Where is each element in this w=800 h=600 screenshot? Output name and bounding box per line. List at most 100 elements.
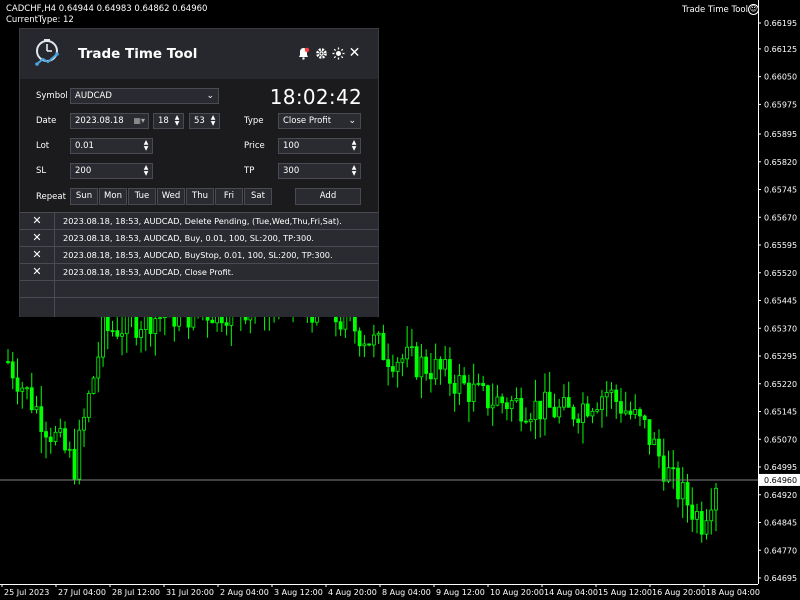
price-stepper[interactable]: 100 ▲ ▼ [278, 138, 361, 154]
task-row-empty [20, 298, 378, 315]
candle-body [604, 392, 609, 398]
candle-body [338, 321, 343, 330]
spin-arrows-icon[interactable]: ▲ ▼ [142, 140, 150, 152]
candle-body [86, 393, 91, 418]
candle-body [486, 385, 490, 409]
lot-value: 0.01 [75, 141, 94, 151]
candle-body [680, 482, 685, 500]
candle-body [63, 428, 67, 451]
candle-body [72, 448, 77, 480]
day-sat-button[interactable]: Sat [244, 188, 272, 205]
candle-body [467, 382, 471, 403]
symbol-select[interactable]: AUDCAD ⌄ [70, 88, 219, 104]
clock-display: 18:02:42 [269, 85, 362, 109]
y-tick-label: 0.65370 [764, 324, 797, 333]
candle-body [609, 389, 614, 393]
spin-arrows-icon[interactable]: ▲ ▼ [142, 165, 150, 177]
spin-arrows-icon[interactable]: ▲ ▼ [209, 115, 217, 127]
candle-body [58, 428, 63, 433]
candle-body [20, 387, 25, 392]
candle-body [53, 431, 58, 442]
task-row[interactable]: ✕ 2023.08.18, 18:53, AUDCAD, Delete Pend… [20, 213, 378, 230]
candle-body [614, 389, 619, 402]
y-tick-label: 0.65220 [764, 380, 797, 389]
y-tick-label: 0.66050 [764, 73, 797, 82]
candle-body [428, 373, 433, 380]
candle-body [619, 401, 623, 414]
x-tick-label: 4 Aug 20:00 [328, 588, 377, 597]
candle-body [414, 346, 419, 378]
type-label: Type [244, 116, 264, 126]
candle-body [495, 396, 500, 406]
candle-body [600, 396, 604, 410]
task-row[interactable]: ✕ 2023.08.18, 18:53, AUDCAD, BuyStop, 0.… [20, 247, 378, 264]
candle-body [386, 359, 391, 367]
candle-body [661, 455, 666, 482]
task-text: 2023.08.18, 18:53, AUDCAD, Delete Pendin… [63, 216, 342, 226]
candle-body [105, 316, 110, 332]
calendar-icon[interactable]: ▦▾ [133, 114, 145, 128]
bell-icon[interactable] [297, 47, 310, 60]
chevron-down-icon: ⌄ [348, 116, 356, 126]
candle-body [633, 409, 638, 415]
hour-stepper[interactable]: 18 ▲ ▼ [153, 113, 184, 129]
date-field[interactable]: 2023.08.18 ▦▾ [70, 113, 149, 129]
candle-body [628, 410, 633, 415]
sl-stepper[interactable]: 200 ▲ ▼ [70, 163, 153, 179]
task-row[interactable]: ✕ 2023.08.18, 18:53, AUDCAD, Close Profi… [20, 264, 378, 281]
y-tick-label: 0.64920 [764, 491, 797, 500]
panel-header[interactable]: Trade Time Tool ✕ [20, 29, 378, 79]
day-tue-button[interactable]: Tue [128, 188, 156, 205]
delete-icon[interactable]: ✕ [30, 231, 44, 245]
x-tick-label: 16 Aug 20:00 [652, 588, 706, 597]
day-mon-button[interactable]: Mon [99, 188, 127, 205]
task-row[interactable]: ✕ 2023.08.18, 18:53, AUDCAD, Buy, 0.01, … [20, 230, 378, 247]
candle-body [543, 391, 547, 420]
price-value: 100 [283, 141, 300, 151]
candle-body [390, 366, 395, 372]
spin-arrows-icon[interactable]: ▲ ▼ [173, 115, 181, 127]
day-fri-button[interactable]: Fri [215, 188, 243, 205]
sun-icon[interactable] [332, 47, 345, 60]
x-tick-label: 25 Jul 2023 [4, 588, 49, 597]
candle-body [101, 316, 105, 358]
candle-body [671, 467, 676, 470]
delete-icon[interactable]: ✕ [30, 214, 44, 228]
candle-body [690, 504, 695, 520]
candle-body [39, 406, 44, 432]
lot-stepper[interactable]: 0.01 ▲ ▼ [70, 138, 153, 154]
close-icon[interactable]: ✕ [348, 46, 361, 60]
gear-icon[interactable] [315, 47, 328, 60]
spin-arrows-icon[interactable]: ▲ ▼ [350, 140, 358, 152]
candle-body [433, 358, 438, 380]
task-text: 2023.08.18, 18:53, AUDCAD, Close Profit. [63, 267, 234, 277]
y-tick-label: 0.66195 [764, 19, 797, 28]
candle-body [562, 397, 566, 408]
minute-value: 53 [194, 116, 205, 126]
y-tick-label: 0.65295 [764, 352, 797, 361]
clock-logo-icon [35, 39, 59, 66]
sl-label: SL [36, 166, 47, 176]
candle-body [115, 330, 120, 337]
tp-label: TP [244, 166, 255, 176]
type-select[interactable]: Close Profit ⌄ [278, 113, 361, 129]
day-wed-button[interactable]: Wed [157, 188, 185, 205]
candle-body [210, 319, 215, 324]
hour-value: 18 [158, 116, 169, 126]
day-sun-button[interactable]: Sun [70, 188, 98, 205]
minute-stepper[interactable]: 53 ▲ ▼ [189, 113, 220, 129]
type-value: Close Profit [283, 116, 332, 126]
x-tick-label: 8 Aug 04:00 [382, 588, 431, 597]
candle-body [6, 361, 10, 363]
spin-arrows-icon[interactable]: ▲ ▼ [350, 165, 358, 177]
candle-body [462, 375, 467, 384]
candle-body [139, 329, 143, 338]
candle-body [376, 333, 381, 336]
date-label: Date [36, 116, 57, 126]
add-button[interactable]: Add [295, 188, 361, 205]
candle-body [77, 429, 82, 480]
delete-icon[interactable]: ✕ [30, 248, 44, 262]
delete-icon[interactable]: ✕ [30, 265, 44, 279]
tp-stepper[interactable]: 300 ▲ ▼ [278, 163, 361, 179]
day-thu-button[interactable]: Thu [186, 188, 214, 205]
